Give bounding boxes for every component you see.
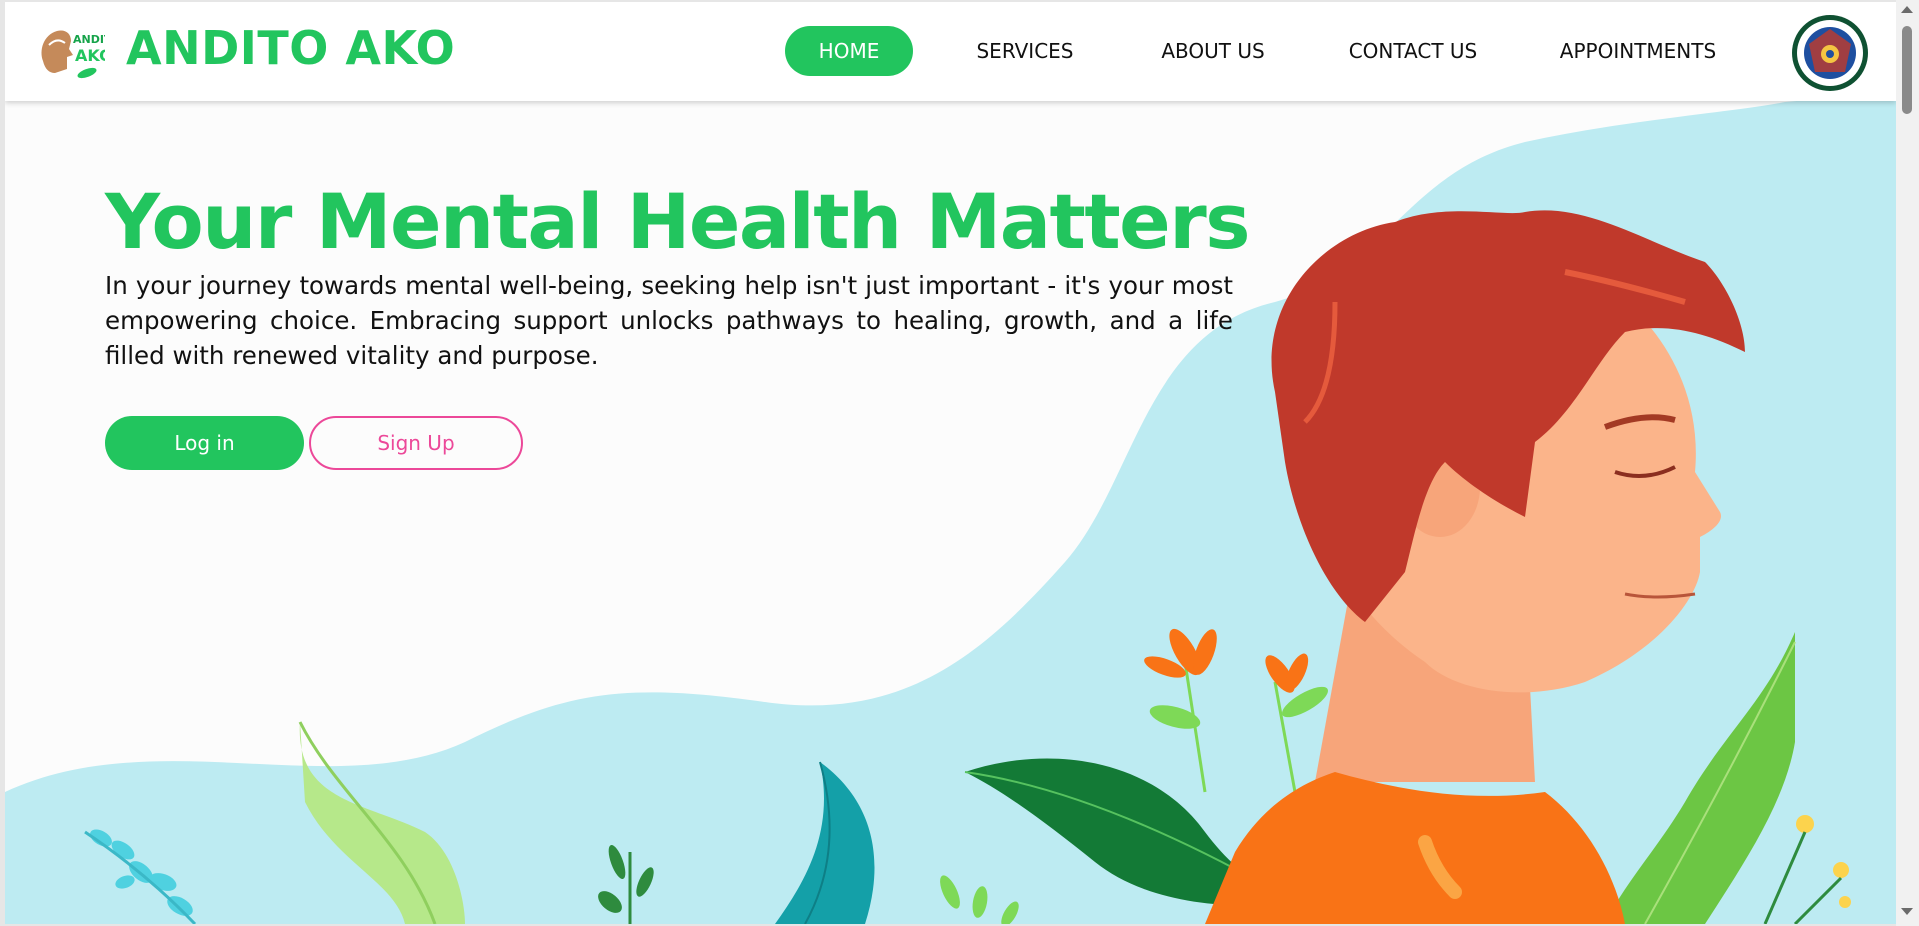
scroll-up-arrow-icon[interactable]	[1901, 6, 1913, 13]
andito-ako-logo-icon[interactable]: ANDITO AKO	[35, 21, 105, 81]
nav-contact-us[interactable]: CONTACT US	[1333, 26, 1493, 76]
nav-about-us[interactable]: ABOUT US	[1143, 26, 1283, 76]
svg-text:ANDITO: ANDITO	[73, 33, 105, 46]
nav-appointments[interactable]: APPOINTMENTS	[1549, 26, 1727, 76]
hero-description: In your journey towards mental well-bein…	[105, 271, 1233, 370]
top-navbar: ANDITO AKO ANDITO AKO HOME SERVICES ABOU…	[5, 2, 1896, 101]
signup-button[interactable]: Sign Up	[309, 416, 523, 470]
brand-name[interactable]: ANDITO AKO	[126, 21, 455, 75]
svg-text:AKO: AKO	[75, 46, 105, 65]
browser-page: ANDITO AKO ANDITO AKO HOME SERVICES ABOU…	[5, 2, 1896, 924]
scroll-thumb[interactable]	[1902, 26, 1912, 114]
nav-home[interactable]: HOME	[785, 26, 913, 76]
hero-title: Your Mental Health Matters	[105, 177, 1250, 266]
login-button[interactable]: Log in	[105, 416, 304, 470]
university-seal-icon[interactable]	[1791, 14, 1869, 92]
nav-services[interactable]: SERVICES	[965, 26, 1085, 76]
scroll-down-arrow-icon[interactable]	[1901, 908, 1913, 915]
vertical-scrollbar[interactable]	[1896, 0, 1919, 926]
